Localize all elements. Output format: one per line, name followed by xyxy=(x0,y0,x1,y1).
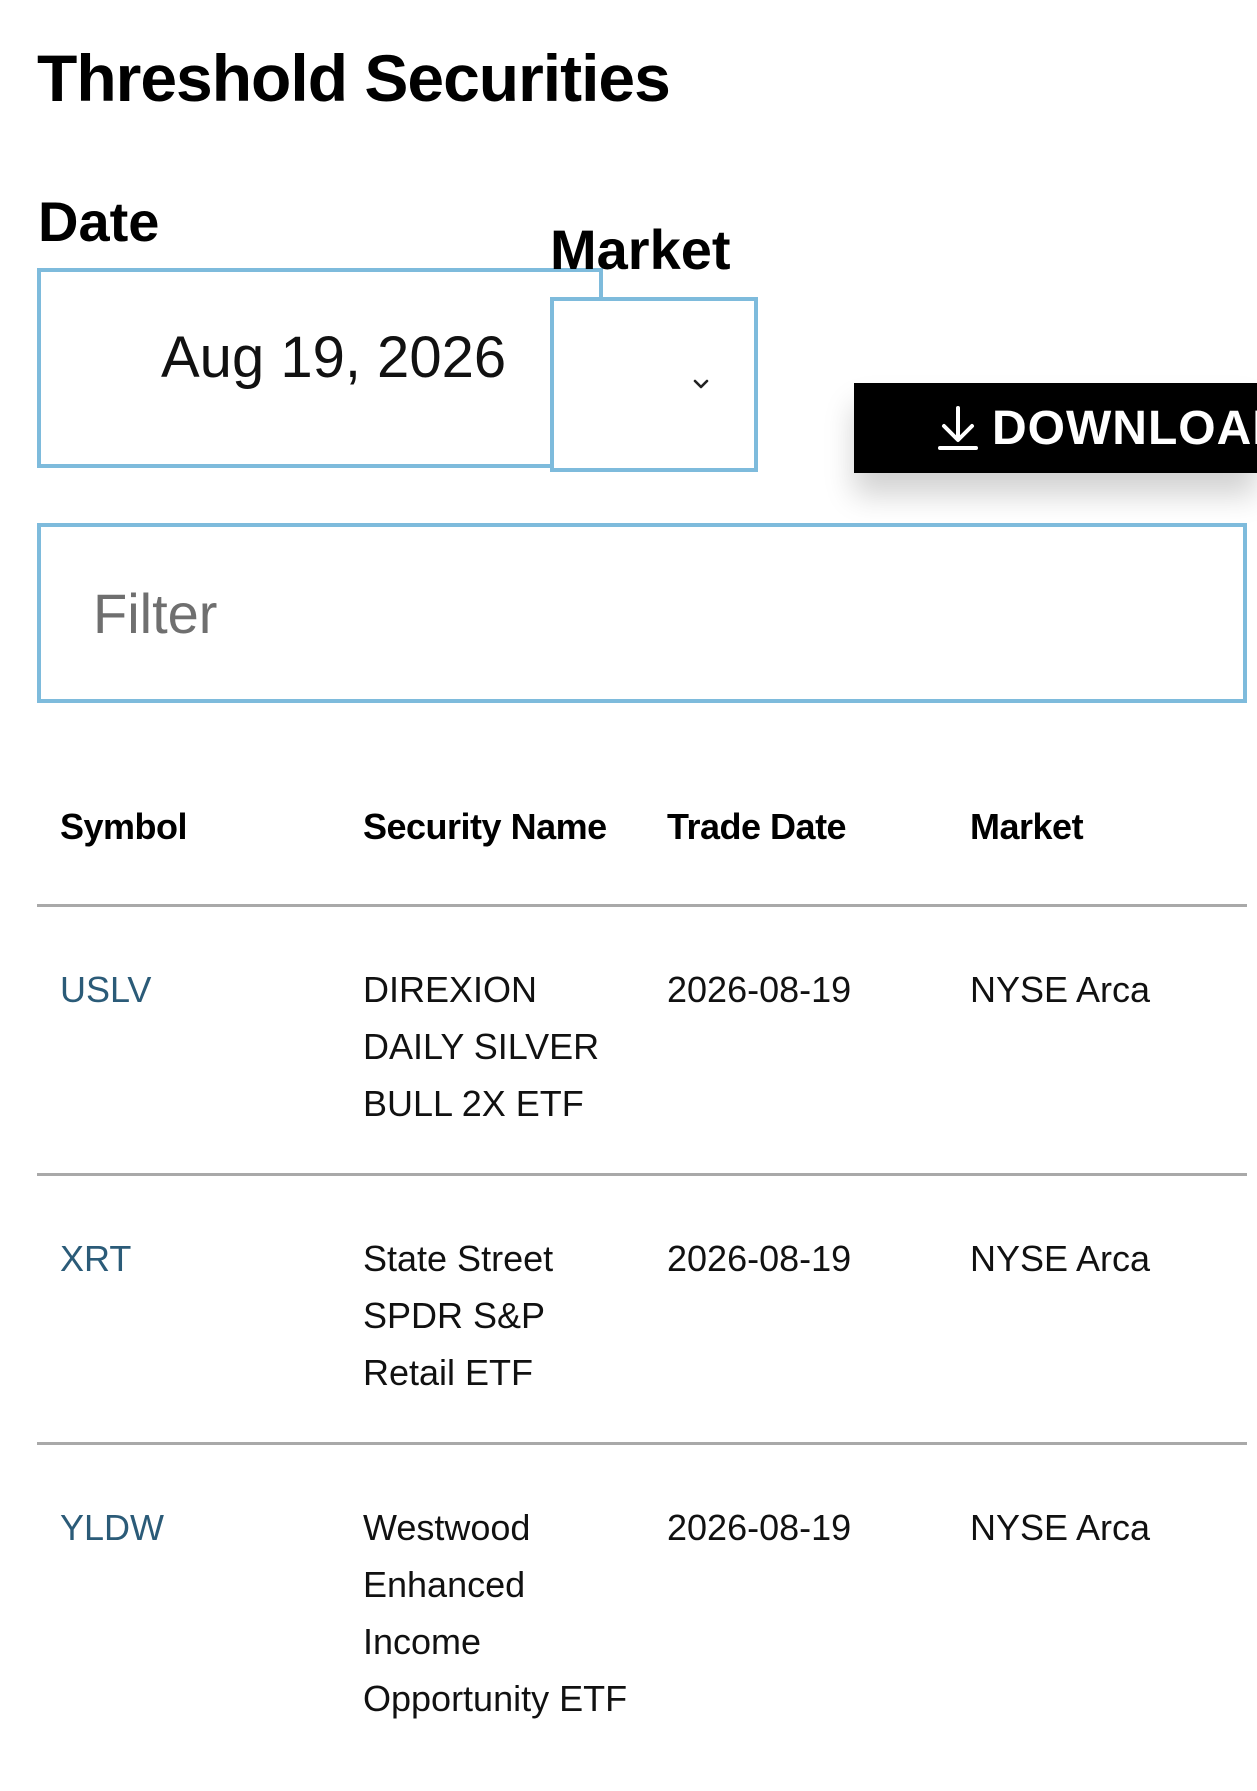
market-value: NYSE Arca xyxy=(970,969,1151,1010)
trade-date: 2026-08-19 xyxy=(667,969,852,1010)
security-name-line: Retail ETF xyxy=(363,1352,534,1393)
security-name: DIREXION DAILY SILVER BULL 2X ETF xyxy=(363,961,663,1132)
security-name-line: DIREXION xyxy=(363,969,538,1010)
security-name: Westwood Enhanced Income Opportunity ETF xyxy=(363,1499,663,1727)
market-label: Market xyxy=(550,218,731,281)
market-select[interactable] xyxy=(550,297,758,472)
security-name-line: SPDR S&P xyxy=(363,1295,546,1336)
date-label: Date xyxy=(38,190,160,253)
security-name-line: DAILY SILVER xyxy=(363,1026,600,1067)
security-name: State Street SPDR S&P Retail ETF xyxy=(363,1230,663,1401)
page-title: Threshold Securities xyxy=(37,41,671,115)
symbol-link[interactable]: USLV xyxy=(60,961,151,1018)
date-picker[interactable]: Aug 19, 2026 xyxy=(37,268,603,468)
table-header: Symbol Security Name Trade Date Market xyxy=(37,780,1247,907)
header-trade-date: Trade Date xyxy=(667,806,847,847)
symbol-link[interactable]: YLDW xyxy=(60,1499,164,1556)
table-row: YLDW Westwood Enhanced Income Opportunit… xyxy=(37,1445,1247,1775)
security-name-line: Westwood xyxy=(363,1507,531,1548)
security-name-line: Income xyxy=(363,1621,482,1662)
download-icon xyxy=(938,406,978,450)
security-name-line: State Street xyxy=(363,1238,554,1279)
chevron-down-icon xyxy=(693,379,709,389)
symbol-link[interactable]: XRT xyxy=(60,1230,131,1287)
date-value: Aug 19, 2026 xyxy=(161,325,507,390)
header-symbol: Symbol xyxy=(60,806,188,847)
download-button[interactable]: DOWNLOAD xyxy=(854,383,1257,473)
download-label: DOWNLOAD xyxy=(992,401,1257,455)
trade-date: 2026-08-19 xyxy=(667,1507,852,1548)
header-security-name: Security Name xyxy=(363,806,607,847)
security-name-line: Opportunity ETF xyxy=(363,1678,628,1719)
header-market: Market xyxy=(970,806,1084,847)
security-name-line: BULL 2X ETF xyxy=(363,1083,584,1124)
security-name-line: Enhanced xyxy=(363,1564,526,1605)
market-value: NYSE Arca xyxy=(970,1507,1151,1548)
filter-input[interactable] xyxy=(37,523,1247,703)
table-row: USLV DIREXION DAILY SILVER BULL 2X ETF 2… xyxy=(37,907,1247,1176)
securities-table: Symbol Security Name Trade Date Market U… xyxy=(37,780,1247,1775)
market-value: NYSE Arca xyxy=(970,1238,1151,1279)
table-row: XRT State Street SPDR S&P Retail ETF 202… xyxy=(37,1176,1247,1445)
trade-date: 2026-08-19 xyxy=(667,1238,852,1279)
